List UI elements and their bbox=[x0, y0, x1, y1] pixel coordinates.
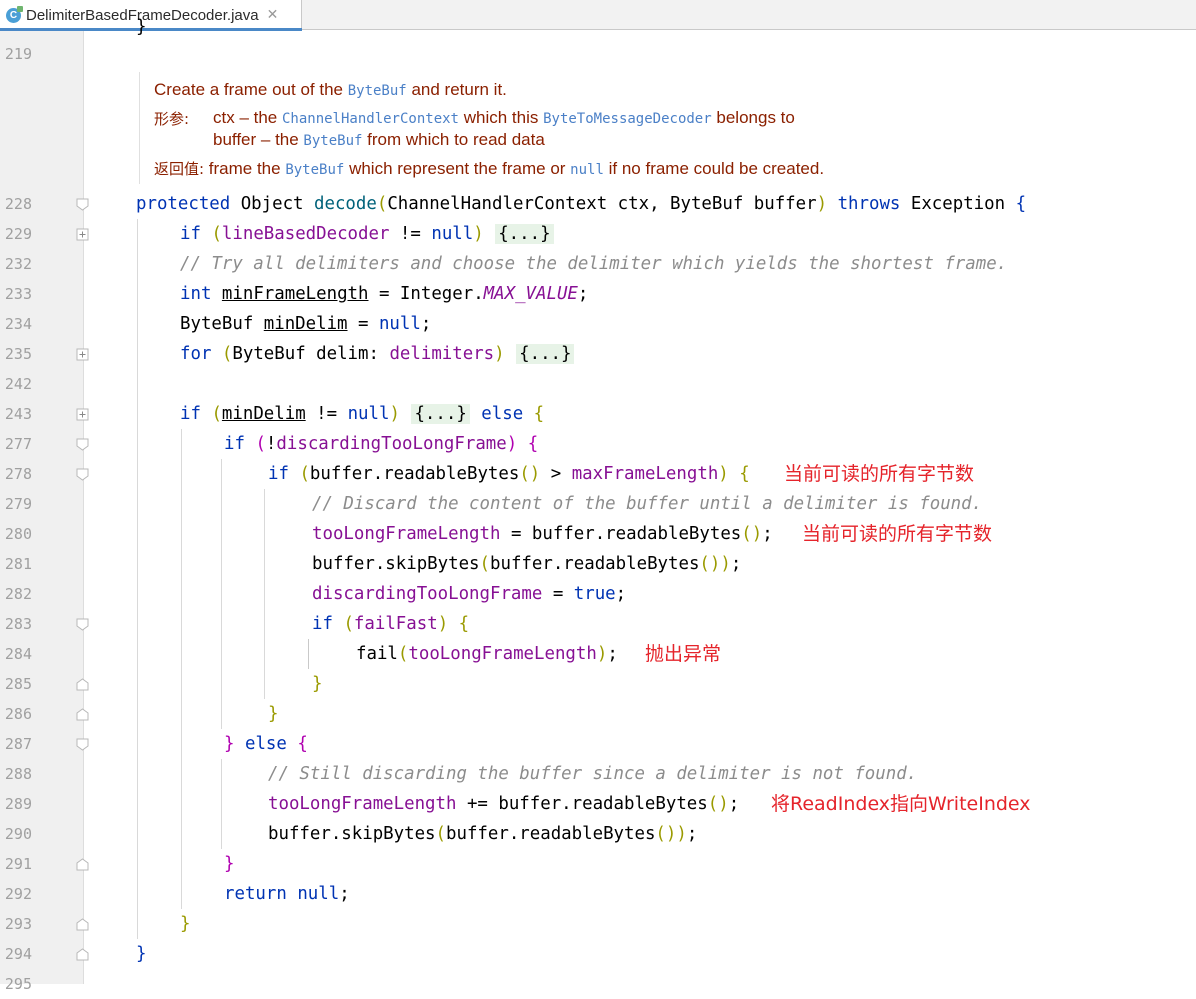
indent-guide bbox=[137, 219, 138, 939]
code-line-292: return null; bbox=[224, 884, 350, 904]
line-number: 279 bbox=[4, 495, 32, 513]
indent-guide bbox=[308, 639, 309, 669]
annotation-readable-bytes: 当前可读的所有字节数 bbox=[802, 523, 993, 545]
fold-end-icon[interactable] bbox=[76, 678, 89, 691]
fold-start-icon[interactable] bbox=[76, 438, 89, 451]
line-number: 284 bbox=[4, 645, 32, 663]
indent-guide bbox=[264, 489, 265, 699]
code-line-288: // Still discarding the buffer since a d… bbox=[268, 764, 918, 784]
line-number: 283 bbox=[4, 615, 32, 633]
code-line-228: protected Object decode(ChannelHandlerCo… bbox=[136, 194, 1027, 214]
line-number: 229 bbox=[4, 225, 32, 243]
line-number: 285 bbox=[4, 675, 32, 693]
line-number: 228 bbox=[4, 195, 32, 213]
line-number: 295 bbox=[4, 975, 32, 993]
line-number: 288 bbox=[4, 765, 32, 783]
fold-start-icon[interactable] bbox=[76, 618, 89, 631]
annotation-throw-exception: 抛出异常 bbox=[645, 643, 722, 665]
java-class-icon: C bbox=[6, 5, 23, 23]
code-line-218: } bbox=[136, 17, 147, 37]
line-number: 278 bbox=[4, 465, 32, 483]
code-line-279: // Discard the content of the buffer unt… bbox=[312, 494, 983, 514]
doc-summary: Create a frame out of the ByteBuf and re… bbox=[154, 80, 507, 99]
line-number: 235 bbox=[4, 345, 32, 363]
fold-start-icon[interactable] bbox=[76, 738, 89, 751]
javadoc-block: Create a frame out of the ByteBuf and re… bbox=[139, 72, 1196, 184]
code-line-234: ByteBuf minDelim = null; bbox=[180, 314, 432, 334]
line-number: 287 bbox=[4, 735, 32, 753]
indent-guide bbox=[181, 429, 182, 909]
code-line-282: discardingTooLongFrame = true; bbox=[312, 584, 627, 604]
fold-end-icon[interactable] bbox=[76, 858, 89, 871]
line-number: 280 bbox=[4, 525, 32, 543]
code-line-285: } bbox=[312, 674, 323, 694]
fold-end-icon[interactable] bbox=[76, 948, 89, 961]
line-number: 243 bbox=[4, 405, 32, 423]
fold-end-icon[interactable] bbox=[76, 708, 89, 721]
tab-delimiter-based-frame-decoder[interactable]: C DelimiterBasedFrameDecoder.java ✕ bbox=[0, 0, 302, 31]
fold-start-icon[interactable] bbox=[76, 198, 89, 211]
code-line-229: if (lineBasedDecoder != null) {...} bbox=[180, 219, 555, 249]
line-number: 232 bbox=[4, 255, 32, 273]
annotation-readable-bytes: 当前可读的所有字节数 bbox=[784, 463, 975, 485]
code-line-277: if (!discardingTooLongFrame) { bbox=[224, 434, 539, 454]
doc-params-tag: 形参: bbox=[154, 110, 190, 128]
close-icon[interactable]: ✕ bbox=[267, 7, 279, 23]
code-line-287: } else { bbox=[224, 734, 308, 754]
line-number: 282 bbox=[4, 585, 32, 603]
code-line-284: fail(tooLongFrameLength); bbox=[356, 644, 618, 664]
line-number: 219 bbox=[4, 45, 32, 63]
line-number: 293 bbox=[4, 915, 32, 933]
code-line-235: for (ByteBuf delim: delimiters) {...} bbox=[180, 339, 575, 369]
code-line-286: } bbox=[268, 704, 279, 724]
line-number: 242 bbox=[4, 375, 32, 393]
folded-region[interactable]: {...} bbox=[411, 404, 470, 424]
fold-start-icon[interactable] bbox=[76, 468, 89, 481]
fold-expand-icon[interactable] bbox=[76, 228, 89, 241]
code-line-293: } bbox=[180, 914, 191, 934]
fold-expand-icon[interactable] bbox=[76, 348, 89, 361]
line-number: 234 bbox=[4, 315, 32, 333]
code-line-232: // Try all delimiters and choose the del… bbox=[180, 254, 1008, 274]
line-number: 294 bbox=[4, 945, 32, 963]
line-number: 281 bbox=[4, 555, 32, 573]
code-line-281: buffer.skipBytes(buffer.readableBytes())… bbox=[312, 554, 742, 574]
doc-param-buffer: buffer – the ByteBuf from which to read … bbox=[213, 130, 545, 149]
line-number: 292 bbox=[4, 885, 32, 903]
line-number: 233 bbox=[4, 285, 32, 303]
code-line-291: } bbox=[224, 854, 235, 874]
line-number: 290 bbox=[4, 825, 32, 843]
code-line-278: if (buffer.readableBytes() > maxFrameLen… bbox=[268, 464, 750, 484]
fold-end-icon[interactable] bbox=[76, 918, 89, 931]
line-number: 289 bbox=[4, 795, 32, 813]
doc-returns: 返回值: frame the ByteBuf which represent t… bbox=[154, 159, 825, 178]
indent-guide bbox=[221, 759, 222, 849]
doc-param-ctx: ctx – the ChannelHandlerContext which th… bbox=[213, 108, 795, 127]
code-line-233: int minFrameLength = Integer.MAX_VALUE; bbox=[180, 284, 589, 304]
folded-region[interactable]: {...} bbox=[495, 224, 554, 244]
fold-expand-icon[interactable] bbox=[76, 408, 89, 421]
line-number: 286 bbox=[4, 705, 32, 723]
line-number: 277 bbox=[4, 435, 32, 453]
annotation-read-index: 将ReadIndex指向WriteIndex bbox=[771, 793, 1031, 815]
code-line-243: if (minDelim != null) {...} else { bbox=[180, 404, 545, 424]
editor-tab-bar: C DelimiterBasedFrameDecoder.java ✕ bbox=[0, 0, 1196, 31]
code-line-280: tooLongFrameLength = buffer.readableByte… bbox=[312, 524, 773, 544]
code-line-294: } bbox=[136, 944, 147, 964]
code-line-289: tooLongFrameLength += buffer.readableByt… bbox=[268, 794, 740, 814]
code-line-290: buffer.skipBytes(buffer.readableBytes())… bbox=[268, 824, 698, 844]
line-number: 291 bbox=[4, 855, 32, 873]
code-line-283: if (failFast) { bbox=[312, 614, 470, 634]
indent-guide bbox=[221, 459, 222, 729]
folded-region[interactable]: {...} bbox=[516, 344, 575, 364]
